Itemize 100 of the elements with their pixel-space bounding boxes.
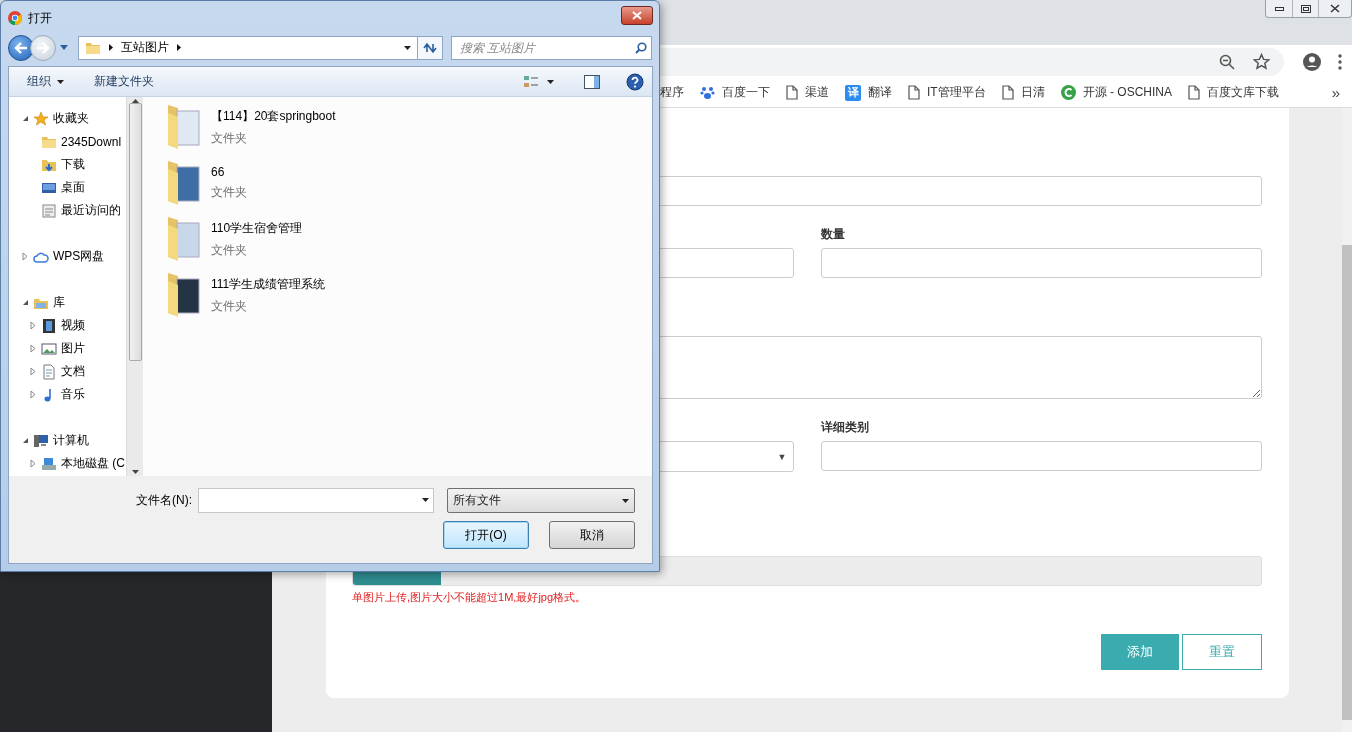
text-field[interactable]: [820, 441, 1262, 471]
pane-icon: [584, 74, 600, 89]
folder-icon: [165, 271, 203, 319]
collapsed-arrow-icon[interactable]: [29, 391, 37, 398]
open-button[interactable]: 打开(O): [443, 521, 529, 549]
paw-icon: [700, 85, 715, 100]
scroll-down-icon: [131, 470, 139, 474]
minimize-icon: [1274, 6, 1284, 11]
page-icon: [1001, 85, 1014, 100]
refresh-icon: [423, 41, 437, 54]
arrow-icon: [14, 41, 28, 54]
file-name[interactable]: 【114】20套springboot: [211, 107, 336, 125]
tree-item[interactable]: 桌面: [61, 179, 85, 196]
page-icon: [1188, 85, 1200, 100]
close-icon: [1330, 4, 1340, 13]
arrow-icon: [36, 41, 50, 54]
tree-item[interactable]: 2345Downl: [61, 134, 122, 149]
maximize-icon: [1300, 4, 1311, 13]
window-title: 打开: [28, 9, 52, 27]
view-list-icon: [523, 74, 539, 89]
page-icon: [908, 85, 920, 100]
close-button[interactable]: [621, 5, 653, 25]
account-icon: [1302, 51, 1322, 72]
cancel-button[interactable]: 取消: [549, 521, 635, 549]
folder-icon: [165, 215, 203, 263]
tree-item[interactable]: 本地磁盘 (C: [61, 455, 125, 472]
preview-pane-button[interactable]: [582, 72, 602, 91]
bookmark-link[interactable]: 渠道: [805, 84, 829, 101]
picture-icon: [41, 340, 57, 357]
translate-badge: 译: [845, 84, 861, 101]
recent-pages-button[interactable]: [60, 45, 68, 50]
recent-places-icon: [41, 202, 57, 219]
caret-icon: [422, 498, 429, 502]
tree-item[interactable]: 最近访问的: [61, 202, 121, 219]
bookmark-link[interactable]: 程序: [660, 84, 684, 101]
tree-item[interactable]: 收藏夹: [53, 110, 89, 127]
expanded-arrow-icon[interactable]: [21, 115, 29, 122]
page-icon: [786, 85, 798, 100]
field-label: 详细类别: [820, 420, 870, 436]
file-name[interactable]: 66: [211, 165, 247, 179]
help-button[interactable]: [624, 70, 646, 93]
bookmark-link[interactable]: 百度文库下载: [1207, 84, 1279, 101]
bookmark-link[interactable]: 开源 - OSCHINA: [1082, 84, 1172, 101]
expanded-arrow-icon[interactable]: [21, 299, 29, 306]
toolbar-button[interactable]: 组织: [23, 70, 68, 93]
file-name[interactable]: 110学生宿舍管理: [211, 219, 303, 237]
menu-icon: [1338, 53, 1342, 70]
tree-item[interactable]: 库: [53, 294, 65, 311]
scrollbar[interactable]: [126, 97, 143, 476]
c-logo-icon: [1060, 85, 1076, 100]
address-bar[interactable]: 互站图片: [78, 35, 418, 60]
help-icon: [626, 72, 644, 91]
tree-item[interactable]: 文档: [61, 363, 85, 380]
breadcrumb-item[interactable]: 互站图片: [121, 39, 169, 56]
refresh-button[interactable]: [418, 35, 443, 60]
tree-item[interactable]: WPS网盘: [53, 248, 105, 265]
tree-item[interactable]: 图片: [61, 340, 85, 357]
star-icon: [33, 110, 49, 127]
tree-item[interactable]: 音乐: [61, 386, 85, 403]
text-field[interactable]: [820, 248, 1262, 278]
collapsed-arrow-icon[interactable]: [29, 322, 37, 329]
computer-icon: [33, 432, 49, 449]
expanded-arrow-icon[interactable]: [21, 437, 29, 444]
filename-field[interactable]: [198, 488, 434, 513]
collapsed-arrow-icon[interactable]: [29, 345, 37, 352]
bookmark-link[interactable]: 百度一下: [722, 84, 770, 101]
field-label: 数量: [820, 227, 846, 243]
film-icon: [41, 317, 57, 334]
collapsed-arrow-icon[interactable]: [29, 368, 37, 375]
back-button[interactable]: [8, 34, 34, 61]
bookmark-link[interactable]: 日清: [1020, 84, 1045, 101]
document-icon: [41, 363, 57, 380]
tree-item[interactable]: 计算机: [53, 432, 89, 449]
close-icon: [632, 10, 642, 20]
chevron-icon: [177, 44, 181, 51]
file-type-select[interactable]: 所有文件: [447, 488, 635, 513]
caret-icon: [622, 498, 629, 503]
scrollbar-thumb[interactable]: [1342, 245, 1352, 720]
scrollbar[interactable]: [1342, 108, 1352, 732]
file-type: 文件夹: [211, 241, 248, 259]
upload-hint: 单图片上传,图片大小不能超过1M,最好jpg格式。: [352, 590, 588, 605]
bookmark-link[interactable]: IT管理平台: [927, 84, 986, 101]
star-icon: [1253, 53, 1270, 70]
browser-logo-icon: [8, 11, 22, 25]
bookmark-link[interactable]: 翻译: [868, 84, 892, 101]
file-type: 文件夹: [211, 184, 247, 201]
tree-item[interactable]: 视频: [61, 317, 85, 334]
file-name[interactable]: 111学生成绩管理系统: [211, 275, 326, 293]
file-type: 文件夹: [211, 129, 248, 147]
search-field[interactable]: 搜索 互站图片: [451, 35, 652, 60]
collapsed-arrow-icon[interactable]: [29, 460, 37, 467]
tree-item[interactable]: 下载: [61, 156, 85, 173]
filename-label: 文件名(N):: [136, 492, 192, 509]
disk-icon: [41, 455, 57, 472]
folder-icon: [165, 103, 203, 151]
forward-button[interactable]: [30, 34, 56, 61]
collapsed-arrow-icon[interactable]: [21, 253, 29, 260]
toolbar-button[interactable]: 新建文件夹: [90, 70, 158, 93]
chevron-icon: [109, 44, 113, 51]
more-bookmarks-button[interactable]: »: [1331, 84, 1340, 101]
